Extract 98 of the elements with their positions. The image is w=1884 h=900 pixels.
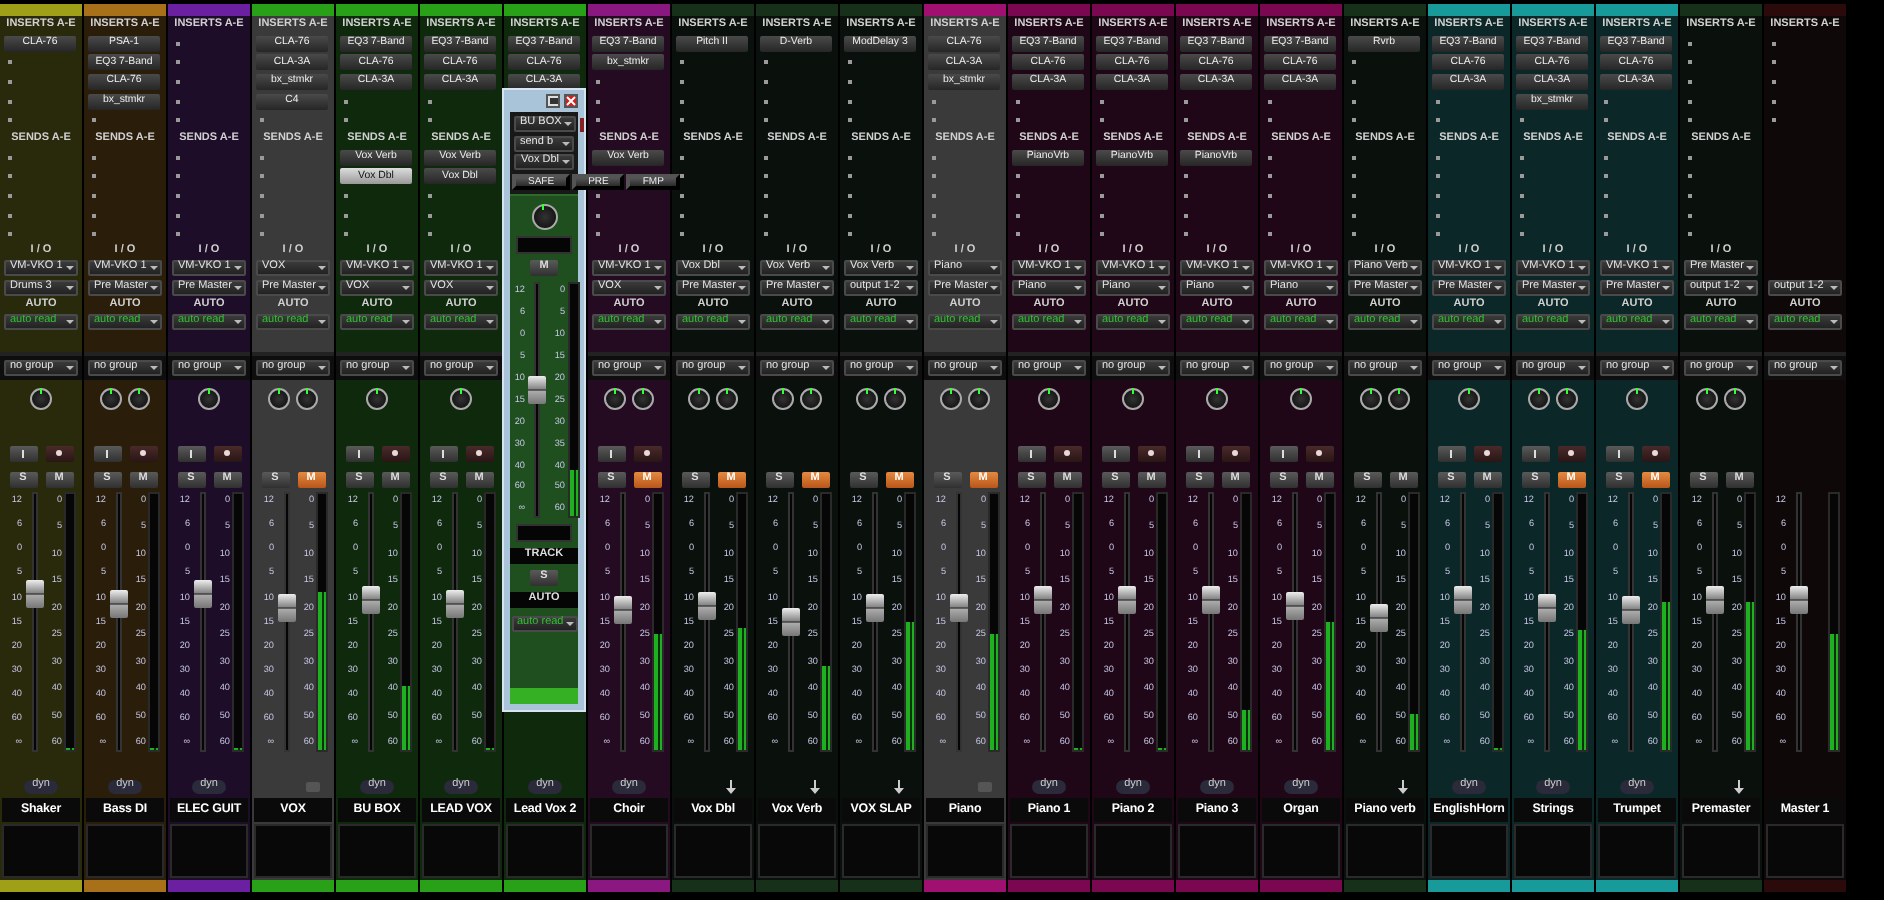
fader-handle[interactable]: [1033, 585, 1051, 614]
readout-display: [516, 236, 572, 254]
record-button[interactable]: [1641, 445, 1669, 461]
input-monitor-button[interactable]: [1269, 445, 1297, 461]
fader-track[interactable]: [534, 282, 540, 518]
pan-knobs[interactable]: [1122, 387, 1144, 409]
color-bar: [510, 688, 578, 704]
send-pan-knob[interactable]: [531, 204, 557, 230]
pan-knobs[interactable]: [688, 387, 738, 409]
record-button[interactable]: [633, 445, 661, 461]
pan-knobs[interactable]: [1038, 387, 1060, 409]
record-button[interactable]: [1221, 445, 1249, 461]
down-arrow-icon: [726, 779, 736, 793]
pan-knobs[interactable]: [30, 387, 52, 409]
fader-handle[interactable]: [193, 580, 211, 609]
fader-handle[interactable]: [613, 596, 631, 625]
fader-handle[interactable]: [1285, 592, 1303, 621]
fader-handle[interactable]: [1117, 585, 1135, 614]
down-arrow-icon: [1398, 779, 1408, 793]
record-icon: [1064, 450, 1070, 456]
pan-knobs[interactable]: [450, 387, 472, 409]
record-icon: [224, 450, 230, 456]
close-button[interactable]: [564, 94, 578, 108]
fader-handle[interactable]: [1789, 585, 1807, 614]
record-button[interactable]: [381, 445, 409, 461]
pan-knobs[interactable]: [1360, 387, 1410, 409]
input-monitor-button[interactable]: [1521, 445, 1549, 461]
stop-button[interactable]: [579, 117, 584, 131]
fader-handle[interactable]: [865, 594, 883, 623]
pan-knobs[interactable]: [1290, 387, 1312, 409]
down-arrow-icon: [894, 779, 904, 793]
input-monitor-button[interactable]: [93, 445, 121, 461]
fader-handle[interactable]: [1705, 585, 1723, 614]
pan-knobs[interactable]: [366, 387, 388, 409]
pan-knobs[interactable]: [100, 387, 150, 409]
fader-handle[interactable]: [109, 589, 127, 618]
input-monitor-button[interactable]: [1101, 445, 1129, 461]
fader-handle[interactable]: [1201, 585, 1219, 614]
folder-icon: [306, 781, 320, 791]
input-monitor-button[interactable]: [345, 445, 373, 461]
folder-icon: [978, 781, 992, 791]
record-button[interactable]: [1137, 445, 1165, 461]
fader-handle[interactable]: [949, 594, 967, 623]
pan-knobs[interactable]: [268, 387, 318, 409]
record-button[interactable]: [1305, 445, 1333, 461]
record-icon: [644, 450, 650, 456]
input-monitor-button[interactable]: [1437, 445, 1465, 461]
pan-knobs[interactable]: [1458, 387, 1480, 409]
fader-handle[interactable]: [781, 608, 799, 636]
record-icon: [1316, 450, 1322, 456]
record-button[interactable]: [213, 445, 241, 461]
pan-knobs[interactable]: [604, 387, 654, 409]
input-monitor-button[interactable]: [597, 445, 625, 461]
pan-knobs[interactable]: [772, 387, 822, 409]
fader-handle[interactable]: [528, 375, 546, 404]
record-icon: [140, 450, 146, 456]
record-icon: [1484, 450, 1490, 456]
pan-knobs[interactable]: [1696, 387, 1746, 409]
input-monitor-button[interactable]: [1017, 445, 1045, 461]
pan-knobs[interactable]: [856, 387, 906, 409]
pan-knobs[interactable]: [1206, 387, 1228, 409]
restore-button[interactable]: [546, 94, 560, 108]
input-monitor-button[interactable]: [1185, 445, 1213, 461]
record-button[interactable]: [1557, 445, 1585, 461]
pan-knobs[interactable]: [1528, 387, 1578, 409]
fader-handle[interactable]: [277, 594, 295, 623]
close-icon: [566, 96, 576, 106]
record-icon: [1652, 450, 1658, 456]
down-arrow-icon: [1734, 779, 1744, 793]
fader-handle[interactable]: [1453, 585, 1471, 614]
record-icon: [56, 450, 62, 456]
fader-handle[interactable]: [1621, 596, 1639, 625]
fader-handle[interactable]: [1537, 594, 1555, 623]
fader-handle[interactable]: [445, 589, 463, 618]
window-icon: [549, 98, 557, 104]
record-button[interactable]: [45, 445, 73, 461]
pan-knobs[interactable]: [940, 387, 990, 409]
record-button[interactable]: [129, 445, 157, 461]
record-icon: [392, 450, 398, 456]
input-monitor-button[interactable]: [429, 445, 457, 461]
record-icon: [1568, 450, 1574, 456]
record-icon: [476, 450, 482, 456]
input-monitor-button[interactable]: [9, 445, 37, 461]
fader-handle[interactable]: [361, 585, 379, 614]
pan-knobs[interactable]: [1626, 387, 1648, 409]
record-button[interactable]: [1053, 445, 1081, 461]
fader-handle[interactable]: [697, 592, 715, 621]
record-icon: [1232, 450, 1238, 456]
down-arrow-icon: [810, 779, 820, 793]
input-monitor-button[interactable]: [1605, 445, 1633, 461]
pan-knobs[interactable]: [198, 387, 220, 409]
readout-display: [516, 524, 572, 542]
fader-handle[interactable]: [1369, 603, 1387, 632]
input-monitor-button[interactable]: [177, 445, 205, 461]
record-button[interactable]: [465, 445, 493, 461]
record-icon: [1148, 450, 1154, 456]
record-button[interactable]: [1473, 445, 1501, 461]
fader-handle[interactable]: [25, 580, 43, 609]
